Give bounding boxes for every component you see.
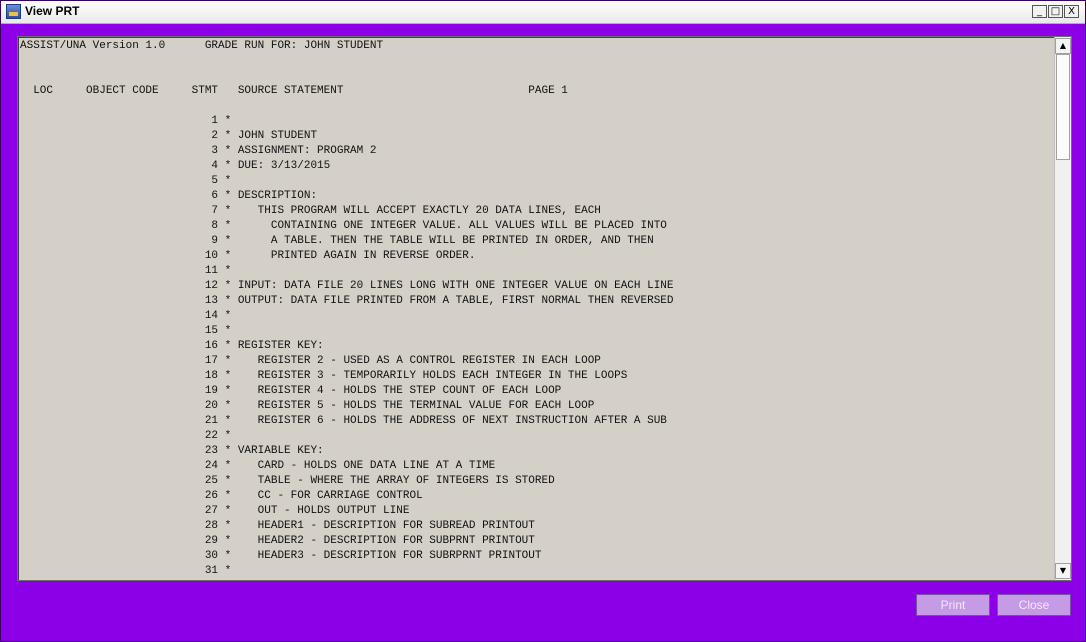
- listing-line: 16 * REGISTER KEY:: [20, 340, 324, 352]
- listing-line: 5 *: [20, 175, 232, 187]
- listing-line: 8 * CONTAINING ONE INTEGER VALUE. ALL VA…: [20, 220, 667, 232]
- listing-line: 19 * REGISTER 4 - HOLDS THE STEP COUNT O…: [20, 385, 562, 397]
- view-prt-window: View PRT _ □ X ASSIST/UNA Version 1.0 GR…: [0, 0, 1086, 642]
- listing-line: 17 * REGISTER 2 - USED AS A CONTROL REGI…: [20, 355, 601, 367]
- listing-line: 25 * TABLE - WHERE THE ARRAY OF INTEGERS…: [20, 475, 555, 487]
- listing-line: 29 * HEADER2 - DESCRIPTION FOR SUBPRNT P…: [20, 535, 535, 547]
- window-title: View PRT: [25, 4, 80, 18]
- listing-line: 11 *: [20, 265, 232, 277]
- scroll-down-button[interactable]: ▼: [1055, 563, 1071, 579]
- report-viewer[interactable]: ASSIST/UNA Version 1.0 GRADE RUN FOR: JO…: [17, 36, 1072, 581]
- listing-line: 10 * PRINTED AGAIN IN REVERSE ORDER.: [20, 250, 476, 262]
- listing-line: 21 * REGISTER 6 - HOLDS THE ADDRESS OF N…: [20, 415, 667, 427]
- listing-line: 1 *: [20, 115, 232, 127]
- listing-line: 3 * ASSIGNMENT: PROGRAM 2: [20, 145, 377, 157]
- title-bar[interactable]: View PRT _ □ X: [1, 1, 1085, 24]
- listing-line: 23 * VARIABLE KEY:: [20, 445, 324, 457]
- listing-line: 4 * DUE: 3/13/2015: [20, 160, 331, 172]
- listing-line: 22 *: [20, 430, 232, 442]
- maximize-button[interactable]: □: [1048, 5, 1063, 18]
- report-header: ASSIST/UNA Version 1.0 GRADE RUN FOR: JO…: [20, 40, 384, 52]
- print-button[interactable]: Print: [916, 594, 990, 616]
- listing-line: 30 * HEADER3 - DESCRIPTION FOR SUBRPRNT …: [20, 550, 542, 562]
- listing-line: 31 *: [20, 565, 232, 577]
- scroll-thumb[interactable]: [1056, 54, 1070, 160]
- listing-line: 27 * OUT - HOLDS OUTPUT LINE: [20, 505, 410, 517]
- arrow-up-icon: ▲: [1059, 41, 1067, 50]
- listing-line: 14 *: [20, 310, 232, 322]
- report-listing: ASSIST/UNA Version 1.0 GRADE RUN FOR: JO…: [18, 37, 1054, 580]
- arrow-down-icon: ▼: [1059, 566, 1067, 575]
- listing-line: 9 * A TABLE. THEN THE TABLE WILL BE PRIN…: [20, 235, 654, 247]
- minimize-button[interactable]: _: [1032, 5, 1047, 18]
- close-window-button[interactable]: X: [1064, 5, 1079, 18]
- listing-line: 24 * CARD - HOLDS ONE DATA LINE AT A TIM…: [20, 460, 496, 472]
- column-headings: LOC OBJECT CODE STMT SOURCE STATEMENT PA…: [20, 85, 568, 97]
- listing-line: 13 * OUTPUT: DATA FILE PRINTED FROM A TA…: [20, 295, 674, 307]
- listing-line: 20 * REGISTER 5 - HOLDS THE TERMINAL VAL…: [20, 400, 595, 412]
- app-icon: [6, 4, 21, 19]
- listing-line: 26 * CC - FOR CARRIAGE CONTROL: [20, 490, 423, 502]
- listing-line: 15 *: [20, 325, 232, 337]
- listing-line: 6 * DESCRIPTION:: [20, 190, 318, 202]
- listing-line: 12 * INPUT: DATA FILE 20 LINES LONG WITH…: [20, 280, 674, 292]
- close-button[interactable]: Close: [997, 594, 1071, 616]
- listing-line: 7 * THIS PROGRAM WILL ACCEPT EXACTLY 20 …: [20, 205, 601, 217]
- vertical-scrollbar[interactable]: ▲ ▼: [1054, 37, 1071, 580]
- listing-line: 2 * JOHN STUDENT: [20, 130, 318, 142]
- scroll-up-button[interactable]: ▲: [1055, 38, 1071, 54]
- listing-line: 18 * REGISTER 3 - TEMPORARILY HOLDS EACH…: [20, 370, 628, 382]
- listing-line: 28 * HEADER1 - DESCRIPTION FOR SUBREAD P…: [20, 520, 535, 532]
